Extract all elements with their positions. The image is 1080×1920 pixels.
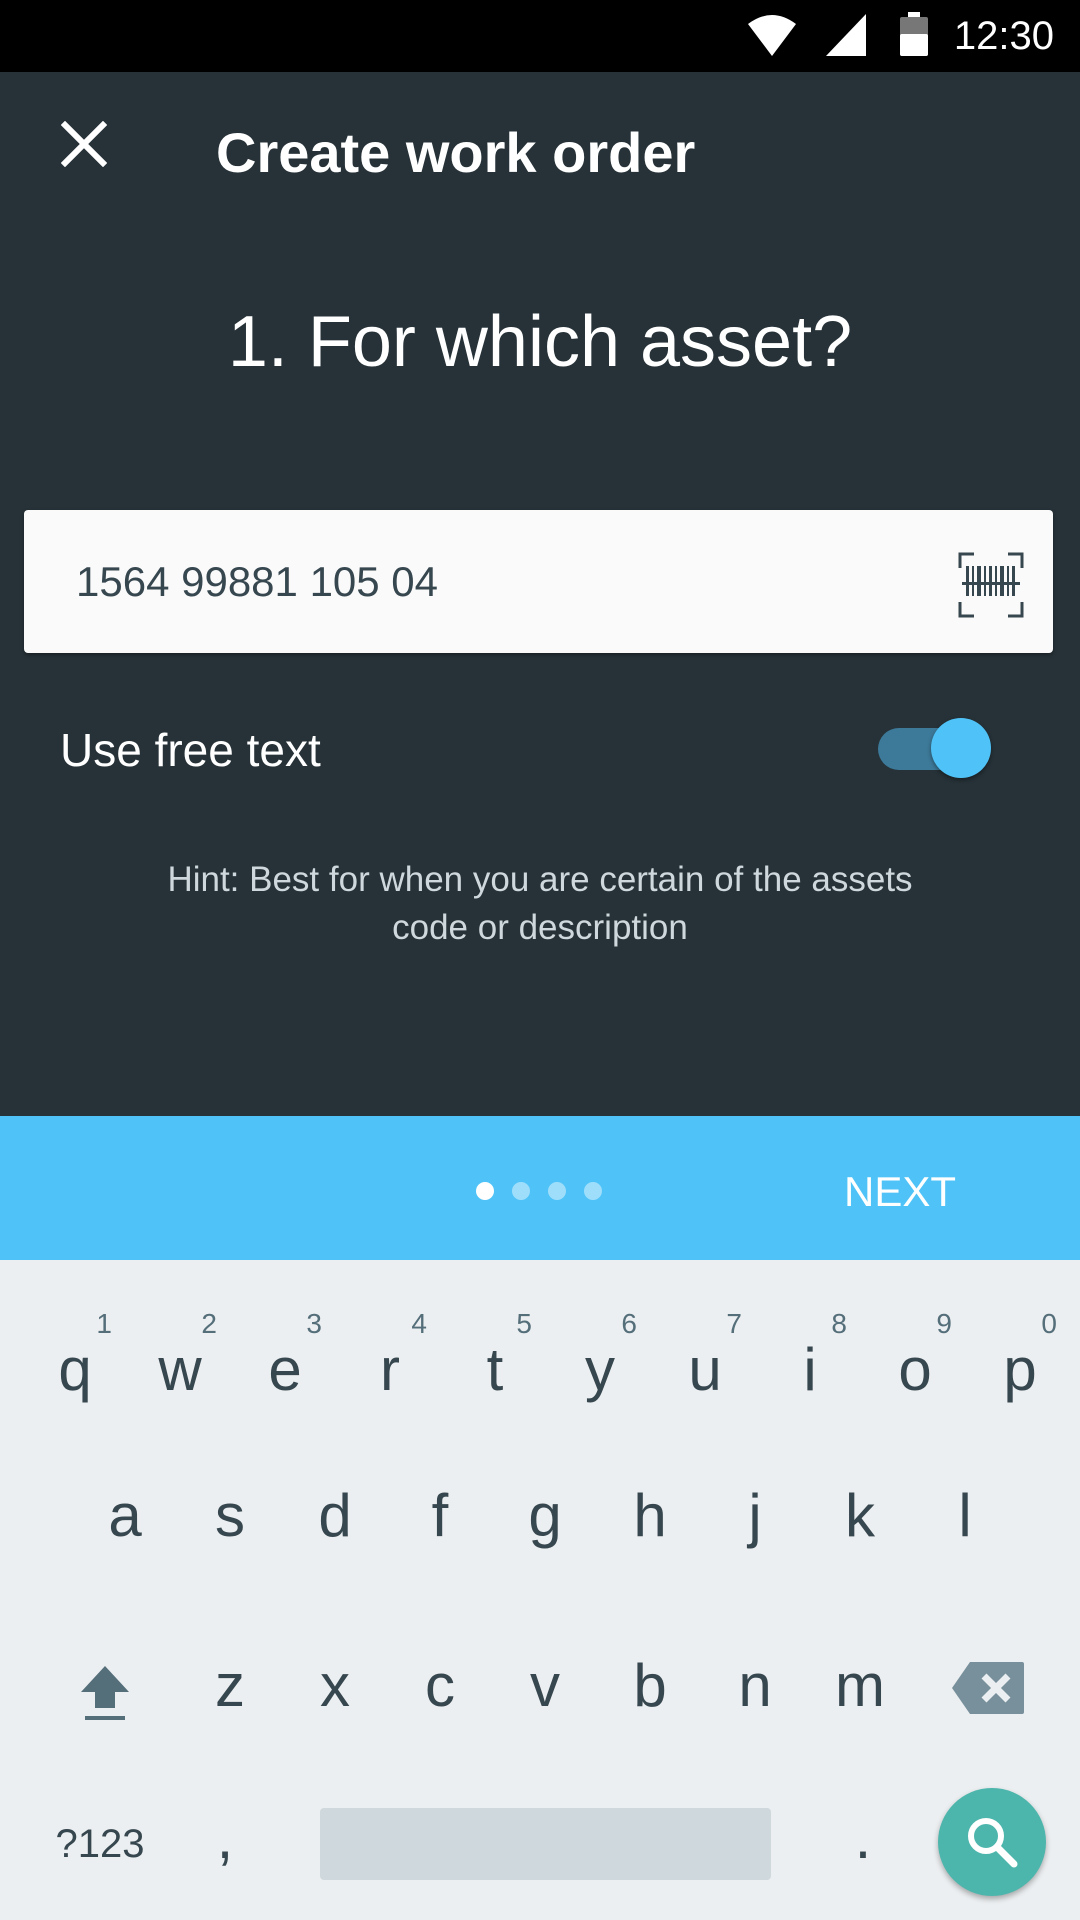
key-f[interactable]: f	[395, 1460, 485, 1570]
key-t[interactable]: 5 t	[450, 1308, 540, 1418]
key-label: n	[738, 1652, 772, 1719]
search-icon	[968, 1818, 1018, 1868]
key-z[interactable]: z	[185, 1620, 275, 1730]
key-label: ?123	[55, 1822, 145, 1866]
key-label: x	[320, 1652, 350, 1719]
key-label: l	[958, 1482, 972, 1549]
period-key[interactable]: .	[818, 1804, 908, 1880]
page-dot-1	[476, 1182, 494, 1200]
key-y[interactable]: 6 y	[555, 1308, 645, 1418]
key-label: v	[530, 1652, 560, 1719]
status-bar: 12:30	[0, 0, 1080, 72]
key-label: k	[845, 1482, 875, 1549]
key-label: b	[633, 1652, 667, 1719]
key-a[interactable]: a	[80, 1460, 170, 1570]
close-icon	[61, 121, 107, 167]
key-label: a	[108, 1482, 142, 1549]
soft-keyboard: 1 q 2 w 3 e 4 r 5 t 6 y 7 u 8 i 9 o 0 p …	[0, 1260, 1080, 1920]
status-time: 12:30	[953, 14, 1054, 58]
key-n[interactable]: n	[710, 1620, 800, 1730]
key-k[interactable]: k	[815, 1460, 905, 1570]
key-label: m	[835, 1652, 885, 1719]
backspace-icon	[952, 1662, 1024, 1714]
key-label: t	[486, 1336, 504, 1403]
page-title: Create work order	[216, 121, 696, 184]
asset-input[interactable]: 1564 99881 105 04	[24, 510, 1053, 653]
page-dot-2	[512, 1182, 530, 1200]
free-text-label: Use free text	[60, 724, 321, 776]
key-label: ,	[216, 1804, 234, 1871]
symbols-key[interactable]: ?123	[40, 1808, 160, 1880]
key-b[interactable]: b	[605, 1620, 695, 1730]
key-label: j	[748, 1482, 762, 1549]
key-m[interactable]: m	[815, 1620, 905, 1730]
step-title: 1. For which asset?	[227, 302, 853, 382]
key-label: e	[268, 1336, 302, 1403]
key-j[interactable]: j	[710, 1460, 800, 1570]
key-p[interactable]: 0 p	[975, 1308, 1065, 1418]
key-label: h	[633, 1482, 667, 1549]
key-c[interactable]: c	[395, 1620, 485, 1730]
wifi-icon	[748, 15, 796, 56]
page-dot-4	[584, 1182, 602, 1200]
key-r[interactable]: 4 r	[345, 1308, 435, 1418]
key-label: f	[431, 1482, 449, 1549]
key-h[interactable]: h	[605, 1460, 695, 1570]
key-label: w	[158, 1336, 202, 1403]
key-label: r	[380, 1336, 400, 1403]
key-label: q	[58, 1336, 92, 1403]
search-key[interactable]	[938, 1788, 1046, 1896]
key-d[interactable]: d	[290, 1460, 380, 1570]
key-w[interactable]: 2 w	[135, 1308, 225, 1418]
key-l[interactable]: l	[920, 1460, 1010, 1570]
key-label: y	[585, 1336, 615, 1403]
shift-icon	[81, 1666, 129, 1720]
key-label: s	[215, 1482, 245, 1549]
key-label: c	[425, 1652, 455, 1719]
shift-key[interactable]	[60, 1650, 150, 1740]
create-work-order-screen: Create work order 1. For which asset? 15…	[0, 72, 1080, 1116]
key-i[interactable]: 8 i	[765, 1308, 855, 1418]
key-s[interactable]: s	[185, 1460, 275, 1570]
page-indicator	[476, 1182, 602, 1200]
backspace-key[interactable]	[948, 1660, 1028, 1730]
barcode-scan-icon[interactable]	[958, 552, 1024, 618]
key-label: i	[803, 1336, 817, 1403]
key-g[interactable]: g	[500, 1460, 590, 1570]
next-button[interactable]: NEXT	[820, 1156, 980, 1228]
free-text-toggle[interactable]	[876, 718, 992, 778]
key-q[interactable]: 1 q	[30, 1308, 120, 1418]
key-label: d	[318, 1482, 352, 1549]
battery-icon	[900, 12, 928, 56]
toggle-thumb	[931, 718, 991, 778]
page-dot-3	[548, 1182, 566, 1200]
key-label: o	[898, 1336, 932, 1403]
key-label: z	[215, 1652, 245, 1719]
key-label: u	[688, 1336, 722, 1403]
space-key[interactable]	[320, 1808, 771, 1880]
key-x[interactable]: x	[290, 1620, 380, 1730]
key-label: .	[854, 1804, 872, 1871]
asset-input-value[interactable]: 1564 99881 105 04	[76, 556, 438, 608]
hint-text: Hint: Best for when you are certain of t…	[167, 860, 913, 947]
key-o[interactable]: 9 o	[870, 1308, 960, 1418]
comma-key[interactable]: ,	[180, 1804, 270, 1880]
signal-icon	[826, 14, 866, 56]
wizard-nav-bar: NEXT	[0, 1116, 1080, 1260]
close-button[interactable]	[48, 108, 120, 180]
key-label: p	[1003, 1336, 1037, 1403]
key-u[interactable]: 7 u	[660, 1308, 750, 1418]
key-label: g	[528, 1482, 562, 1549]
key-v[interactable]: v	[500, 1620, 590, 1730]
key-e[interactable]: 3 e	[240, 1308, 330, 1418]
